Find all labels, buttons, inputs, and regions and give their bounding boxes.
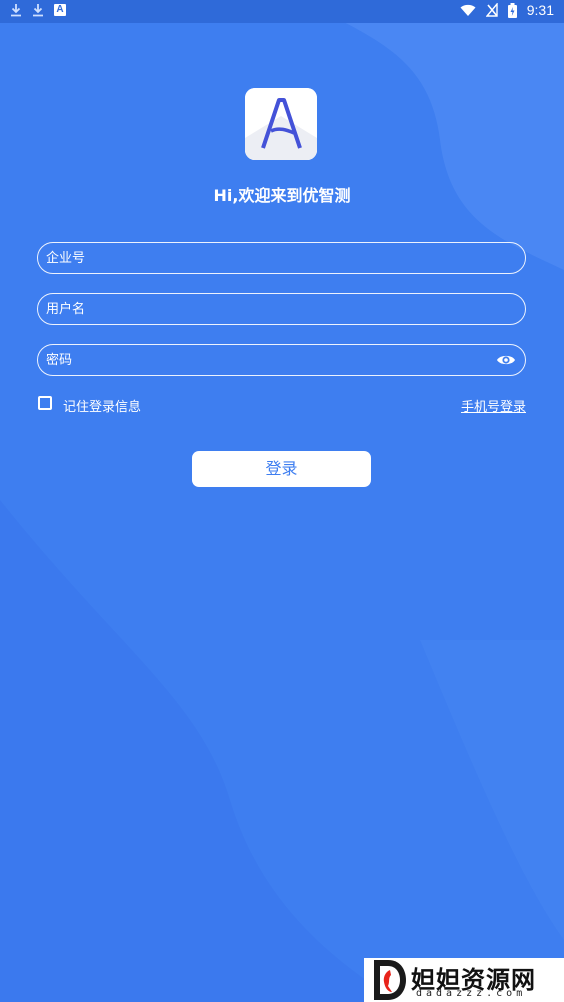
app-logo-icon (245, 88, 317, 160)
company-input[interactable] (46, 243, 486, 273)
download-icon (33, 4, 43, 17)
username-field[interactable] (37, 293, 526, 325)
status-time: 9:31 (526, 2, 554, 18)
watermark: 妲妲资源网 dadazzz.com (364, 958, 564, 1002)
battery-charging-icon (507, 2, 517, 18)
status-bar-right: 9:31 (460, 2, 554, 18)
watermark-logo-icon (374, 960, 406, 1000)
no-signal-icon (485, 3, 498, 17)
status-bar: A 9:31 (0, 0, 564, 23)
username-input[interactable] (46, 294, 486, 324)
phone-login-link[interactable]: 手机号登录 (461, 396, 526, 415)
remember-checkbox[interactable] (38, 396, 52, 410)
download-icon (11, 4, 21, 17)
app-logo (245, 88, 317, 160)
wifi-icon (460, 4, 476, 16)
login-button[interactable]: 登录 (192, 451, 371, 487)
eye-icon[interactable] (496, 352, 516, 368)
password-input[interactable] (46, 345, 486, 375)
company-field[interactable] (37, 242, 526, 274)
password-field[interactable] (37, 344, 526, 376)
a-app-icon: A (54, 4, 66, 16)
remember-label[interactable]: 记住登录信息 (63, 396, 141, 415)
status-bar-left: A (10, 3, 66, 17)
watermark-subtitle: dadazzz.com (416, 988, 527, 999)
welcome-title: Hi,欢迎来到优智测 (213, 186, 351, 205)
